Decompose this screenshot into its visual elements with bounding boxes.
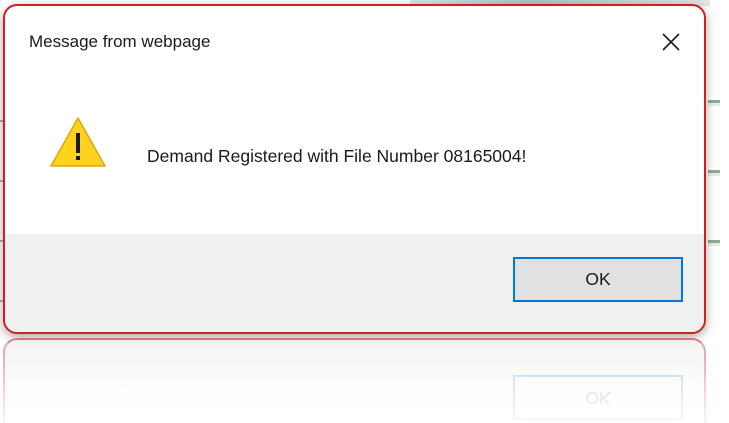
reflection-frame: OK <box>3 338 706 423</box>
dialog-reflection: OK <box>3 338 706 423</box>
ok-button[interactable]: OK <box>513 257 683 302</box>
background-page-edge-right <box>708 100 720 310</box>
dialog-message: Demand Registered with File Number 08165… <box>147 146 527 166</box>
reflection-fade <box>3 338 706 423</box>
dialog-title: Message from webpage <box>29 32 211 51</box>
screenshot-canvas: Message from webpage Demand Registered w… <box>0 0 729 423</box>
close-button[interactable] <box>653 24 689 60</box>
dialog-title-bar[interactable]: Message from webpage <box>5 6 704 82</box>
dialog-footer: OK <box>5 234 704 332</box>
reflected-ok-button: OK <box>513 375 683 420</box>
warning-triangle-icon <box>49 116 107 168</box>
dialog-body: Demand Registered with File Number 08165… <box>5 82 704 234</box>
message-dialog: Message from webpage Demand Registered w… <box>3 4 706 334</box>
close-icon <box>662 33 680 51</box>
